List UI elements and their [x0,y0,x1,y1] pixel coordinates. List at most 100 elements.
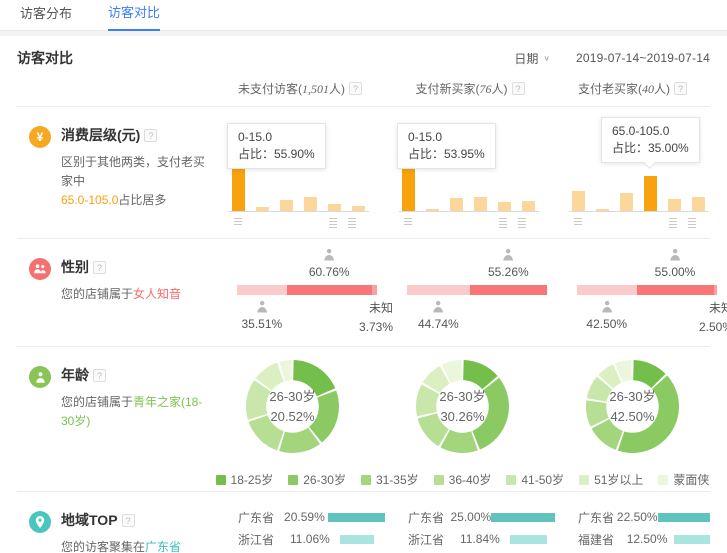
visitor-compare-page: 访客分布 访客对比 访客对比 日期 ∨ 2019-07-14~2019-07-1… [0,0,727,553]
region-bar [674,535,711,544]
female-segment[interactable] [470,285,547,295]
male-stat: 42.50% [586,299,627,332]
age-donut-new-buyers[interactable]: 26-30岁30.26% [415,359,510,454]
legend-swatch [216,475,226,485]
legend-swatch [434,475,444,485]
unknown-stat: 未知3.73% [359,299,393,337]
date-range[interactable]: 2019-07-14~2019-07-14 [576,51,710,65]
unknown-stat: 未知2.50% [699,299,727,337]
bar[interactable] [352,206,365,211]
page-title: 访客对比 [17,48,73,68]
consumption-chart-unpaid[interactable]: 0-15.0占比：55.90% [225,107,377,238]
legend-item[interactable]: 蒙面侠 [658,471,709,488]
tab-visitor-distribution[interactable]: 访客分布 [20,3,72,30]
gender-chart-old-buyers[interactable]: 55.00% 42.50% 未知2.50% [577,247,717,341]
help-icon[interactable]: ? [512,82,525,95]
legend-item[interactable]: 41-50岁 [506,471,564,488]
region-chart-unpaid[interactable]: 广东省20.59%浙江省11.06% [238,506,385,553]
tab-visitor-compare[interactable]: 访客对比 [108,2,160,31]
bar[interactable] [256,207,269,211]
female-icon [501,247,516,262]
bar[interactable] [572,191,585,211]
column-header-unpaid: 未支付访客(1,501人)? [215,80,385,106]
unknown-segment[interactable] [714,285,718,295]
region-row: 浙江省11.84% [408,528,555,550]
gender-chart-unpaid[interactable]: 60.76% 35.51% 未知3.73% [237,247,377,341]
tabbar: 访客分布 访客对比 [0,0,727,31]
chevron-down-icon[interactable]: ∨ [543,54,550,63]
legend-swatch [361,475,371,485]
region-pct: 11.06% [290,532,340,546]
region-chart-old-buyers[interactable]: 广东省22.50%福建省12.50% [578,506,710,553]
legend-swatch [288,475,298,485]
person-icon [34,371,47,384]
legend-item[interactable]: 18-25岁 [216,471,274,488]
male-icon [599,299,614,314]
axis-tick-label [518,218,526,229]
legend-item[interactable]: 26-30岁 [288,471,346,488]
gender-chart-new-buyers[interactable]: 55.26% 44.74% 未知 [407,247,547,341]
help-icon[interactable]: ? [122,514,135,527]
bar[interactable] [620,193,633,211]
bar[interactable] [644,176,657,211]
help-icon[interactable]: ? [93,261,106,274]
legend-item[interactable]: 31-35岁 [361,471,419,488]
bar[interactable] [426,209,439,211]
female-stat: 55.26% [488,247,529,280]
bar[interactable] [328,204,341,211]
row-title-gender: 性别 [61,257,89,277]
region-row: 广东省20.59% [238,506,385,528]
region-chart-new-buyers[interactable]: 广东省25.00%浙江省11.84% [408,506,555,553]
female-stat: 60.76% [309,247,350,280]
region-name: 福建省 [578,531,627,548]
help-icon[interactable]: ? [144,129,157,142]
date-dropdown[interactable]: 日期 [514,50,538,67]
age-donut-unpaid[interactable]: 26-30岁20.52% [245,359,340,454]
bar[interactable] [692,197,705,211]
bar[interactable] [280,200,293,211]
bar[interactable] [522,201,535,211]
male-segment[interactable] [237,285,287,295]
gender-desc: 您的店铺属于女人知音 [61,285,181,304]
region-row: 浙江省11.06% [238,528,385,550]
bar[interactable] [474,197,487,211]
age-donut-old-buyers[interactable]: 26-30岁42.50% [585,359,680,454]
region-desc: 您的访客聚集在广东省 [61,538,181,553]
region-row: 广东省25.00% [408,506,555,528]
two-people-icon [33,262,47,276]
male-stat: 35.51% [241,299,282,332]
male-segment[interactable] [577,285,637,295]
region-pct: 11.84% [460,532,510,546]
legend-item[interactable]: 51岁以上 [579,471,643,488]
age-desc: 您的店铺属于青年之家(18-30岁) [61,393,215,431]
bar[interactable] [668,199,681,211]
male-segment[interactable] [407,285,470,295]
gender-icon [29,258,51,280]
axis-tick-label [499,218,507,229]
region-pct: 25.00% [450,510,491,524]
row-title-age: 年龄 [61,365,89,385]
bar[interactable] [498,202,511,211]
age-icon [29,366,51,388]
chart-tooltip: 0-15.0占比：55.90% [227,123,326,169]
female-icon [322,247,337,262]
region-name: 广东省 [238,509,284,526]
help-icon[interactable]: ? [674,82,687,95]
consumption-chart-new-buyers[interactable]: 0-15.0占比：53.95% [395,107,547,238]
gender-bar [577,285,717,295]
chart-tooltip: 0-15.0占比：53.95% [397,123,496,169]
help-icon[interactable]: ? [93,369,106,382]
legend-swatch [506,475,516,485]
female-segment[interactable] [287,285,372,295]
female-segment[interactable] [637,285,714,295]
bar[interactable] [450,198,463,211]
legend-swatch [658,475,668,485]
bar[interactable] [304,197,317,211]
unknown-segment[interactable] [372,285,377,295]
region-pct: 20.59% [284,510,328,524]
axis-tick-label [669,218,677,229]
legend-item[interactable]: 36-40岁 [434,471,492,488]
bar[interactable] [596,209,609,211]
help-icon[interactable]: ? [349,82,362,95]
consumption-chart-old-buyers[interactable]: 65.0-105.0占比：35.00% [565,107,717,238]
